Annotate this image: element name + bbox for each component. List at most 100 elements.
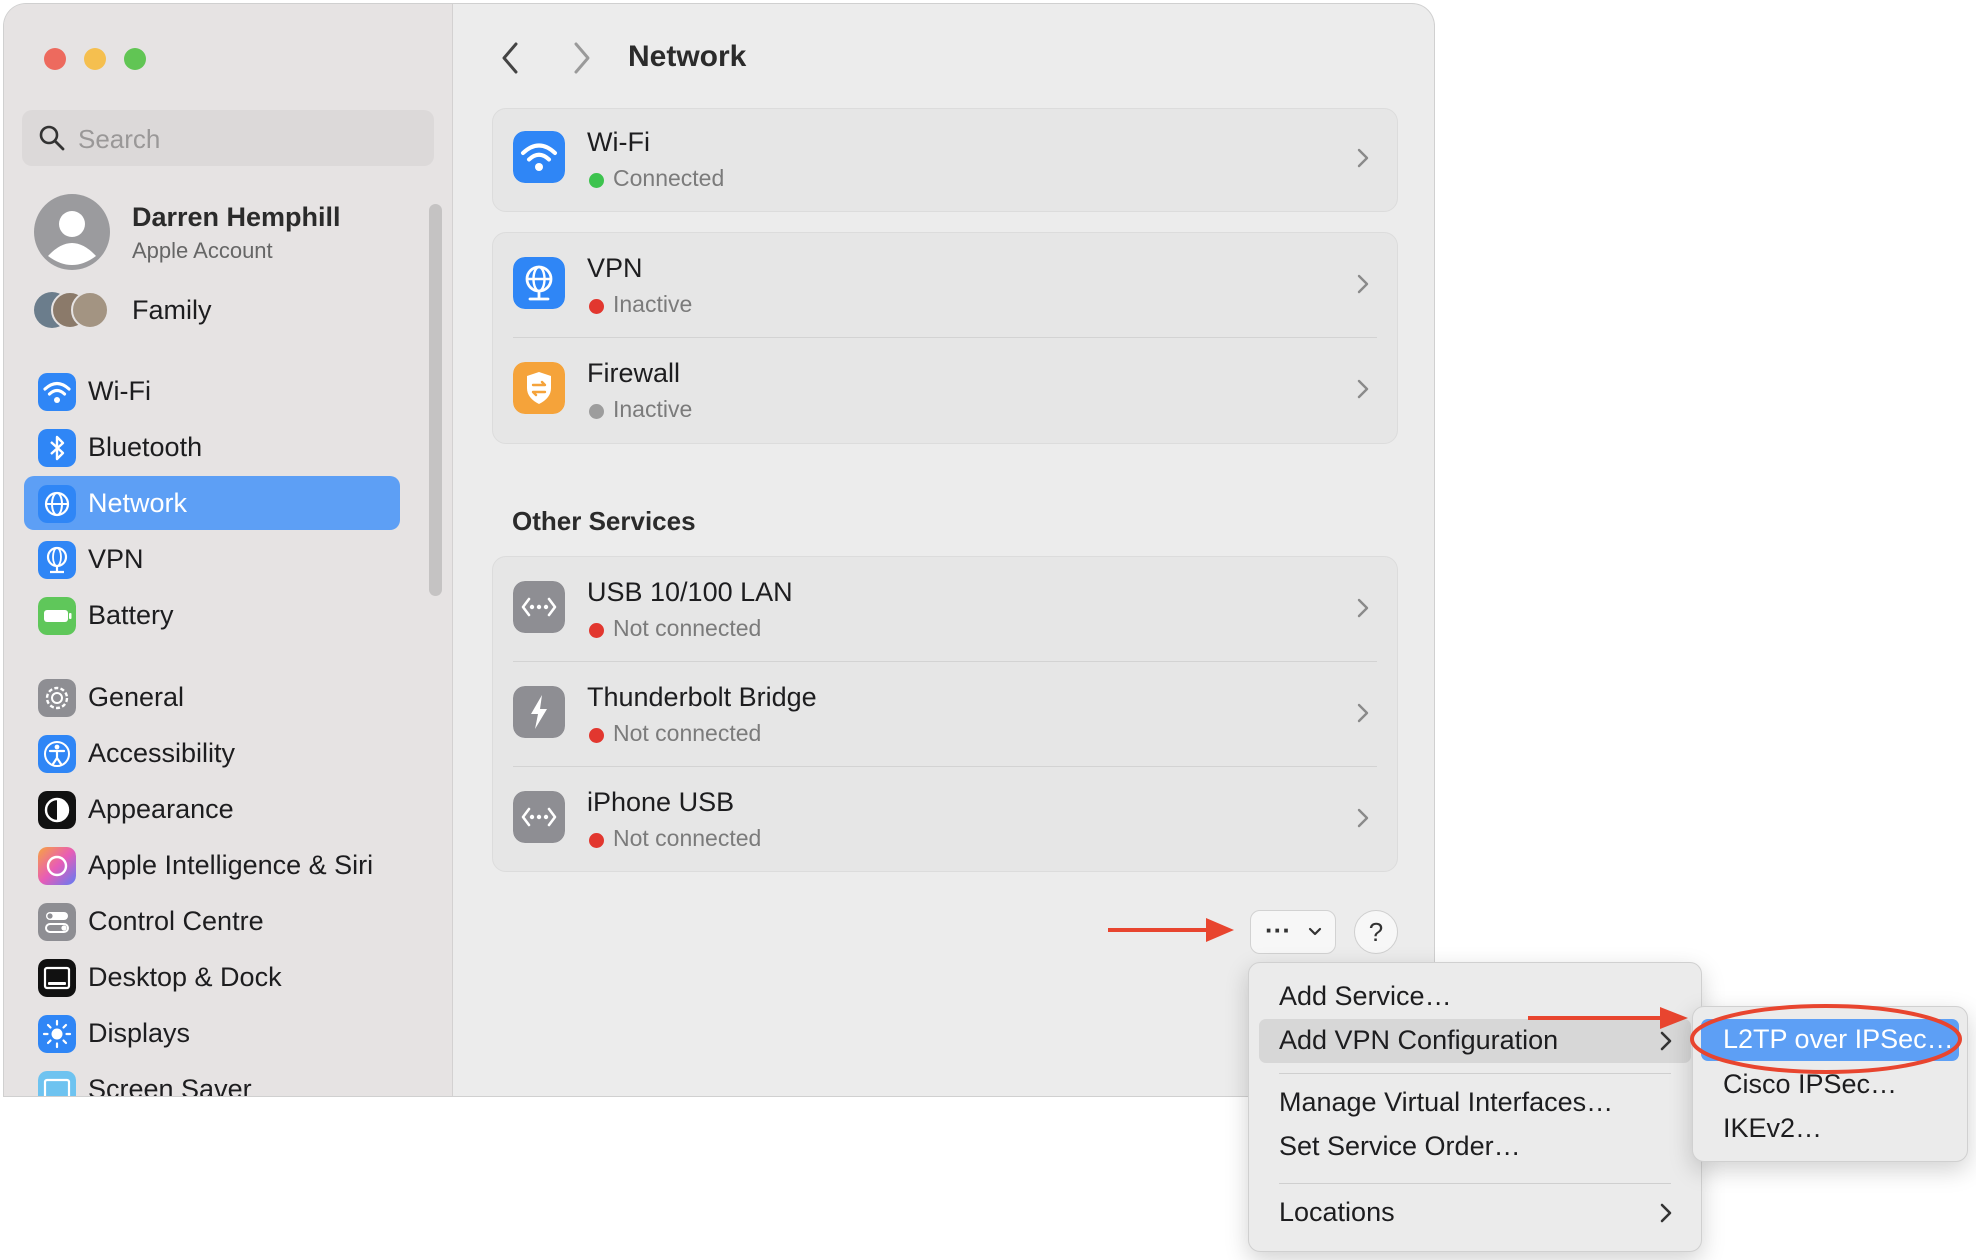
menu-item-label: Add VPN Configuration [1279, 1025, 1559, 1055]
sidebar-item-label: General [88, 682, 185, 712]
service-status: Inactive [613, 396, 693, 422]
service-row-vpn[interactable]: VPN Inactive [493, 233, 1397, 337]
account-subtitle: Apple Account [132, 238, 273, 263]
service-status: Inactive [613, 291, 693, 317]
sidebar-item-vpn[interactable]: VPN [24, 532, 400, 586]
chevron-right-icon [1660, 1031, 1672, 1051]
sidebar-item-desktop-dock[interactable]: Desktop & Dock [24, 950, 400, 1004]
service-name: VPN [587, 253, 643, 283]
sidebar-item-general[interactable]: General [24, 670, 400, 724]
sidebar-item-battery[interactable]: Battery [24, 588, 400, 642]
annotation-arrow-add-vpn [1528, 1007, 1688, 1029]
back-button[interactable] [498, 40, 522, 76]
menu-separator [1279, 1183, 1671, 1184]
menu-item-set-service-order[interactable]: Set Service Order… [1279, 1131, 1521, 1162]
vpn-icon [513, 257, 565, 309]
menu-item-manage-virtual-interfaces[interactable]: Manage Virtual Interfaces… [1279, 1087, 1613, 1118]
sidebar-item-label: Accessibility [88, 738, 236, 768]
service-row-usb-lan[interactable]: USB 10/100 LAN Not connected [493, 557, 1397, 661]
service-row-iphone-usb[interactable]: iPhone USB Not connected [493, 767, 1397, 871]
more-actions-label: ··· [1265, 915, 1291, 945]
close-button[interactable] [44, 48, 66, 70]
sidebar-item-screen-saver[interactable]: Screen Saver [24, 1062, 400, 1096]
sidebar-item-siri[interactable]: Apple Intelligence & Siri [24, 838, 400, 892]
menu-item-add-service[interactable]: Add Service… [1279, 981, 1452, 1012]
sidebar-item-label: Displays [88, 1018, 191, 1048]
chevron-down-icon [1308, 927, 1322, 936]
displays-icon [38, 1015, 76, 1053]
sidebar-item-label: Battery [88, 600, 174, 630]
appearance-icon [38, 791, 76, 829]
status-dot [589, 299, 604, 314]
ethernet-icon [513, 791, 565, 843]
annotation-highlight-ellipse [1690, 1004, 1962, 1074]
wifi-icon [38, 373, 76, 411]
status-dot [589, 404, 604, 419]
sidebar-scrollbar[interactable] [429, 204, 442, 596]
annotation-arrow-more-actions [1108, 918, 1234, 942]
minimize-button[interactable] [84, 48, 106, 70]
vpn-firewall-card: VPN Inactive Firewall Inactive [492, 232, 1398, 444]
service-name: Thunderbolt Bridge [587, 682, 817, 712]
status-dot [589, 833, 604, 848]
service-row-firewall[interactable]: Firewall Inactive [493, 338, 1397, 442]
status-dot [589, 173, 604, 188]
service-name: USB 10/100 LAN [587, 577, 793, 607]
service-status: Not connected [613, 825, 762, 851]
chevron-right-icon [1357, 808, 1369, 828]
family-row[interactable]: Family [34, 286, 414, 336]
service-row-thunderbolt[interactable]: Thunderbolt Bridge Not connected [493, 662, 1397, 766]
search-input[interactable]: Search [22, 110, 434, 166]
sidebar-item-label: Wi-Fi [88, 376, 151, 406]
sidebar: Search Darren Hemphill Apple Account Fam… [4, 4, 453, 1096]
service-status: Not connected [613, 720, 762, 746]
search-placeholder: Search [78, 124, 161, 154]
sidebar-item-control-centre[interactable]: Control Centre [24, 894, 400, 948]
sidebar-item-label: VPN [88, 544, 144, 574]
sidebar-item-appearance[interactable]: Appearance [24, 782, 400, 836]
menu-item-label: Locations [1279, 1197, 1395, 1227]
chevron-right-icon [1357, 274, 1369, 294]
battery-icon [38, 597, 76, 635]
sidebar-item-label: Apple Intelligence & Siri [88, 850, 374, 880]
help-button[interactable]: ? [1354, 910, 1398, 954]
siri-icon [38, 847, 76, 885]
sidebar-item-bluetooth[interactable]: Bluetooth [24, 420, 400, 474]
service-name: Wi-Fi [587, 127, 650, 157]
gear-icon [38, 679, 76, 717]
service-name: Firewall [587, 358, 681, 388]
sidebar-item-wifi[interactable]: Wi-Fi [24, 364, 400, 418]
submenu-item-ikev2[interactable]: IKEv2… [1723, 1113, 1822, 1144]
thunderbolt-icon [513, 686, 565, 738]
dock-icon [38, 959, 76, 997]
zoom-button[interactable] [124, 48, 146, 70]
help-label: ? [1368, 917, 1384, 947]
more-actions-button[interactable]: ··· [1250, 910, 1336, 954]
service-row-wifi[interactable]: Wi-Fi Connected [493, 107, 1397, 211]
chevron-right-icon [1660, 1203, 1672, 1223]
sidebar-item-label: Control Centre [88, 906, 264, 936]
menu-item-locations[interactable]: Locations [1259, 1189, 1691, 1237]
apple-account-row[interactable]: Darren Hemphill Apple Account [34, 192, 414, 272]
sidebar-item-displays[interactable]: Displays [24, 1006, 400, 1060]
sidebar-item-label: Appearance [88, 794, 234, 824]
globe-icon [38, 485, 76, 523]
search-icon [39, 125, 65, 151]
service-status: Connected [613, 165, 725, 191]
family-avatars-icon [34, 291, 109, 329]
menu-separator [1279, 1073, 1671, 1074]
sidebar-item-accessibility[interactable]: Accessibility [24, 726, 400, 780]
screen-saver-icon [38, 1071, 76, 1096]
forward-button[interactable] [570, 40, 594, 76]
control-centre-icon [38, 903, 76, 941]
other-services-card: USB 10/100 LAN Not connected Thunderbolt… [492, 556, 1398, 872]
sidebar-item-label: Screen Saver [88, 1074, 252, 1096]
service-status: Not connected [613, 615, 762, 641]
firewall-icon [513, 362, 565, 414]
chevron-right-icon [1357, 148, 1369, 168]
status-dot [589, 728, 604, 743]
bluetooth-icon [38, 429, 76, 467]
sidebar-item-network[interactable]: Network [24, 476, 400, 530]
account-name: Darren Hemphill [132, 202, 341, 232]
ethernet-icon [513, 581, 565, 633]
